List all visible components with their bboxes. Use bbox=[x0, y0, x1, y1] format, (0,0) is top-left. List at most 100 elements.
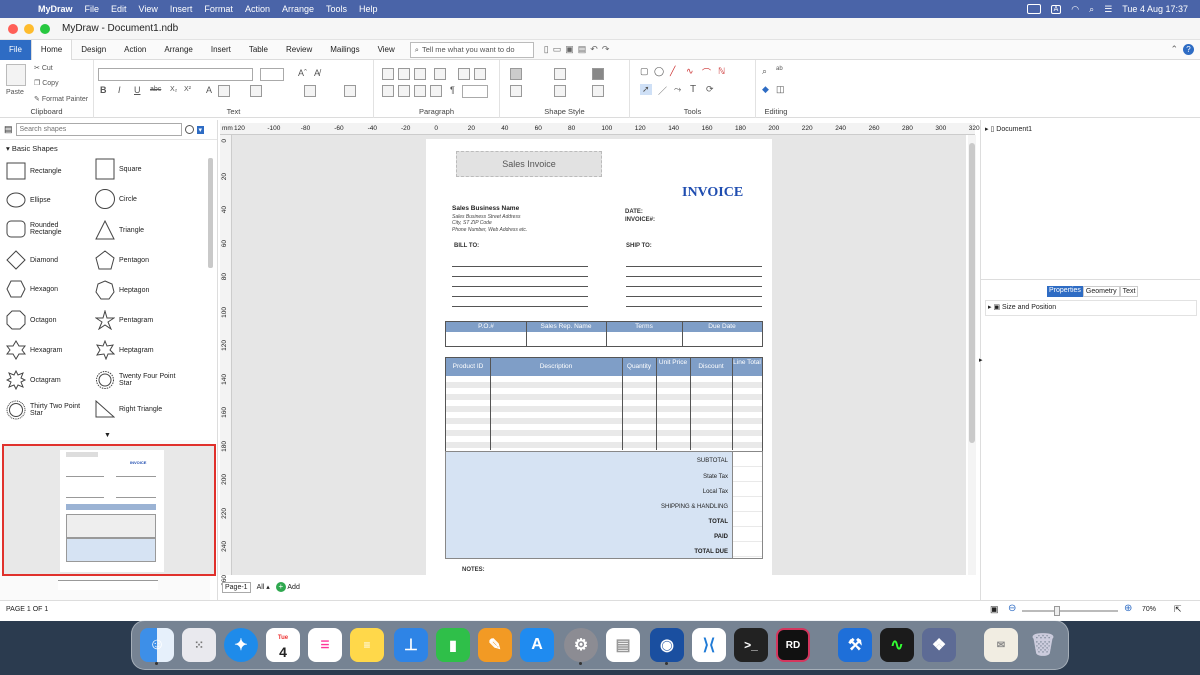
tab-mailings[interactable]: Mailings bbox=[321, 40, 368, 60]
print-icon[interactable]: ▤ bbox=[578, 44, 587, 55]
horizontal-ruler[interactable]: mm 120 -100 -80 -60 -40 -20 0 20 40 60 80 100 120 140… bbox=[220, 123, 980, 135]
organizer-icon[interactable]: ❖ bbox=[922, 628, 956, 662]
business-name[interactable]: Sales Business Name bbox=[452, 205, 519, 212]
pointer-tool-icon[interactable]: ➚ bbox=[640, 84, 652, 95]
activity-monitor-icon[interactable]: ∿ bbox=[880, 628, 914, 662]
line-items-table[interactable]: Product ID Description Quantity Unit Pri… bbox=[445, 357, 763, 452]
shape-octagram[interactable]: Octagram bbox=[6, 370, 61, 390]
thumbnail-next-page[interactable] bbox=[58, 580, 158, 590]
tab-insert[interactable]: Insert bbox=[202, 40, 240, 60]
pages-icon[interactable]: ✎ bbox=[478, 628, 512, 662]
freeform-tool-icon[interactable]: ℕ bbox=[718, 66, 725, 77]
shape-ellipse[interactable]: Ellipse bbox=[6, 192, 51, 208]
align-top-icon[interactable] bbox=[382, 68, 394, 80]
menu-tools[interactable]: Tools bbox=[326, 4, 347, 14]
invoice-number-label[interactable]: INVOICE#: bbox=[625, 217, 655, 223]
copy-button[interactable]: ❐ Copy bbox=[34, 79, 59, 87]
zoom-in-icon[interactable]: ⊕ bbox=[1124, 603, 1132, 614]
replace-icon[interactable]: ab bbox=[776, 66, 783, 72]
save-icon[interactable]: ▣ bbox=[565, 44, 574, 55]
all-pages-button[interactable]: All ▴ bbox=[257, 583, 270, 591]
business-address[interactable]: Sales Business Street Address City, ST Z… bbox=[452, 214, 527, 233]
notes-icon[interactable]: ≡ bbox=[350, 628, 384, 662]
align-left-icon[interactable] bbox=[382, 85, 394, 97]
effects-icon[interactable] bbox=[592, 85, 604, 97]
zoom-window-button[interactable] bbox=[40, 23, 50, 34]
totals-block[interactable]: SUBTOTAL State Tax Local Tax SHIPPING & … bbox=[445, 451, 763, 559]
line-style-icon[interactable] bbox=[554, 68, 566, 80]
wifi-icon[interactable]: ◠ bbox=[1071, 4, 1079, 15]
minimize-window-button[interactable] bbox=[24, 23, 34, 34]
menubar-clock[interactable]: Tue 4 Aug 17:37 bbox=[1122, 4, 1188, 14]
shape-square[interactable]: Square bbox=[95, 158, 142, 180]
ellipse-tool-icon[interactable]: ◯ bbox=[654, 66, 664, 77]
menu-file[interactable]: File bbox=[85, 4, 100, 14]
underline-button[interactable]: U bbox=[134, 85, 141, 95]
menu-arrange[interactable]: Arrange bbox=[282, 4, 314, 14]
tab-file[interactable]: File bbox=[0, 39, 31, 60]
search-options-icon[interactable]: ▾ bbox=[196, 125, 205, 134]
bold-button[interactable]: B bbox=[100, 85, 107, 95]
paste-button[interactable]: Paste bbox=[6, 89, 24, 96]
canvas-vertical-scrollbar[interactable] bbox=[968, 135, 976, 575]
bullets-icon[interactable] bbox=[434, 68, 446, 80]
tab-arrange[interactable]: Arrange bbox=[155, 40, 201, 60]
size-position-row[interactable]: ▸ ▣ Size and Position bbox=[988, 304, 1056, 311]
shape-thirty-two-point-star[interactable]: Thirty Two Point Star bbox=[6, 400, 84, 420]
shape-triangle[interactable]: Triangle bbox=[95, 220, 144, 240]
open-folder-icon[interactable]: ▭ bbox=[553, 44, 562, 55]
layers-icon[interactable]: ◫ bbox=[776, 84, 785, 95]
font-family-select[interactable] bbox=[98, 68, 253, 81]
font-color-button[interactable]: A bbox=[206, 85, 212, 95]
fit-width-icon[interactable]: ⇱ bbox=[1174, 604, 1182, 615]
rectangle-tool-icon[interactable]: ▢ bbox=[640, 66, 649, 77]
shapes-search-input[interactable] bbox=[15, 123, 182, 136]
collapse-ribbon-icon[interactable]: ⌃ bbox=[1170, 44, 1178, 55]
ship-to-lines[interactable] bbox=[626, 257, 762, 309]
tab-table[interactable]: Table bbox=[240, 40, 277, 60]
display-icon[interactable] bbox=[1026, 4, 1041, 14]
pilcrow-icon[interactable]: ¶ bbox=[450, 85, 455, 95]
tree-item-document1[interactable]: ▸ ▯ Document1 bbox=[985, 126, 1032, 133]
find-icon[interactable]: ⌕ bbox=[762, 66, 767, 77]
clear-format-icon[interactable]: A̸ bbox=[314, 68, 320, 78]
zoom-level[interactable]: 70% bbox=[1142, 606, 1156, 613]
line-spacing-select[interactable] bbox=[462, 85, 488, 98]
format-painter-button[interactable]: ✎ Format Painter bbox=[34, 95, 88, 103]
fit-page-icon[interactable]: ▣ bbox=[990, 604, 999, 615]
align-bottom-icon[interactable] bbox=[414, 68, 426, 80]
numbers-icon[interactable]: ▮ bbox=[436, 628, 470, 662]
drawing-canvas[interactable]: Sales Invoice INVOICE Sales Business Nam… bbox=[232, 135, 966, 575]
cut-button[interactable]: ✂ Cut bbox=[34, 64, 53, 72]
menu-app-name[interactable]: MyDraw bbox=[38, 4, 73, 14]
shape-pentagram[interactable]: Pentagram bbox=[95, 310, 153, 330]
undo-icon[interactable]: ↶ bbox=[590, 44, 598, 55]
shape-heptagon[interactable]: Heptagon bbox=[95, 280, 149, 300]
shape-rounded-rectangle[interactable]: Rounded Rectangle bbox=[6, 220, 64, 238]
connector-icon[interactable] bbox=[510, 85, 522, 97]
vscode-icon[interactable]: ⟩⟨ bbox=[692, 628, 726, 662]
tab-design[interactable]: Design bbox=[72, 40, 115, 60]
certificate-icon[interactable]: ✉ bbox=[984, 628, 1018, 662]
polyline-tool-icon[interactable]: ∿ bbox=[686, 66, 694, 77]
pane-expand-icon[interactable]: ▼ bbox=[104, 432, 111, 439]
finder-icon[interactable]: ☺ bbox=[140, 628, 174, 665]
tab-text[interactable]: Text bbox=[1119, 286, 1139, 297]
zoom-slider[interactable] bbox=[1022, 606, 1118, 616]
menu-insert[interactable]: Insert bbox=[170, 4, 193, 14]
pane-toggle-icon[interactable]: ▸ bbox=[979, 356, 983, 364]
tab-properties[interactable]: Properties bbox=[1047, 286, 1083, 297]
app-store-icon[interactable]: A bbox=[520, 628, 554, 662]
line-tool-icon[interactable]: ╱ bbox=[670, 66, 675, 77]
textedit-icon[interactable]: ▤ bbox=[606, 628, 640, 662]
subscript-button[interactable]: X₂ bbox=[170, 86, 177, 93]
bill-to-label[interactable]: BILL TO: bbox=[454, 243, 479, 249]
align-right-icon[interactable] bbox=[414, 85, 426, 97]
tab-geometry[interactable]: Geometry bbox=[1082, 286, 1120, 297]
tell-me-search[interactable]: ⌕ Tell me what you want to do bbox=[409, 41, 534, 58]
redo-icon[interactable]: ↷ bbox=[602, 44, 610, 55]
tab-action[interactable]: Action bbox=[115, 40, 155, 60]
invoice-heading[interactable]: INVOICE bbox=[682, 185, 743, 201]
order-meta-table[interactable]: P.O.# Sales Rep. Name Terms Due Date bbox=[445, 321, 763, 347]
shape-rectangle[interactable]: Rectangle bbox=[6, 162, 62, 180]
